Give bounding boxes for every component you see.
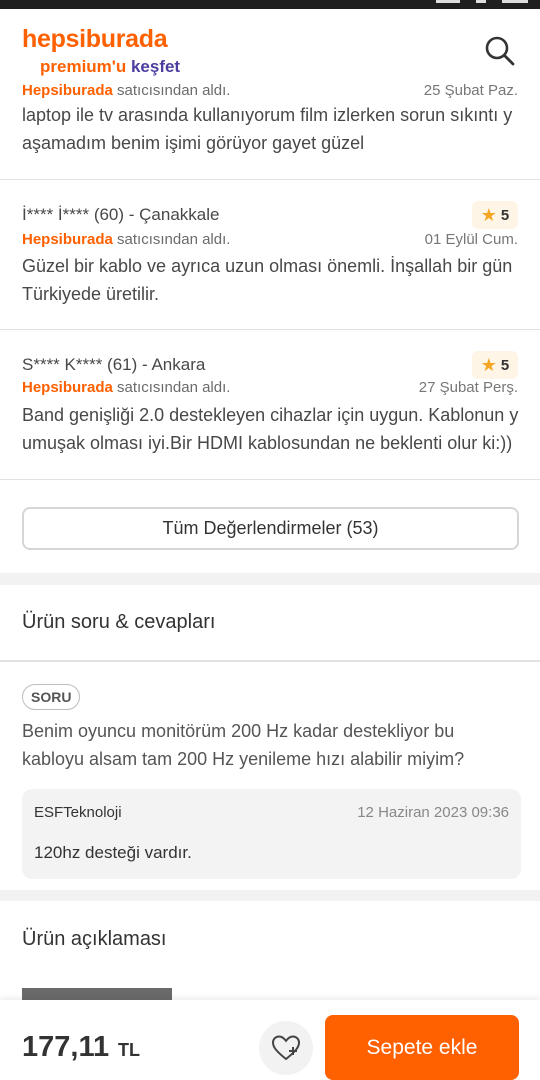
reviewer-name: S**** K**** (61) - Ankara (22, 355, 206, 374)
rating-badge: ★ 5 (472, 351, 518, 379)
answer-date: 12 Haziran 2023 09:36 (357, 804, 509, 821)
review-text: Güzel bir kablo ve ayrıca uzun olması ön… (22, 256, 513, 304)
favorite-button[interactable] (259, 1021, 313, 1075)
section-divider (0, 660, 540, 662)
review-item: İ**** İ**** (60) - Çanakkale ★ 5 Hepsibu… (0, 180, 540, 330)
heart-icon (271, 1035, 301, 1061)
premium-link[interactable]: premium'u keşfet (40, 57, 180, 77)
review-date: 01 Eylül Cum. (424, 231, 518, 248)
question-text: Benim oyuncu monitörüm 200 Hz kadar dest… (22, 721, 465, 769)
review-date: 25 Şubat Paz. (423, 82, 518, 99)
status-bar (0, 0, 540, 9)
rating-badge: ★ 5 (472, 201, 518, 229)
seller-brand-link[interactable]: Hepsiburada (22, 379, 113, 396)
all-reviews-button[interactable]: Tüm Değerlendirmeler (53) (22, 507, 519, 550)
seller-brand-link[interactable]: Hepsiburada (22, 82, 113, 99)
app-header: hepsiburada premium'u keşfet (0, 9, 540, 77)
bottom-action-bar: 177,11 TL Sepete ekle (0, 1000, 540, 1080)
star-icon: ★ (480, 355, 497, 375)
review-item: S**** K**** (61) - Ankara ★ 5 Hepsiburad… (0, 330, 540, 480)
rating-value: 5 (500, 356, 510, 374)
review-text: laptop ile tv arasında kullanıyorum film… (22, 105, 513, 153)
description-title: Ürün açıklaması (22, 928, 167, 950)
question-badge: SORU (22, 684, 81, 710)
price-value: 177,11 (22, 1031, 110, 1063)
search-icon[interactable] (484, 35, 516, 67)
section-divider (0, 573, 540, 585)
review-seller: Hepsiburada satıcısından aldı. (22, 231, 231, 248)
star-icon: ★ (480, 205, 497, 225)
price-currency: TL (118, 1040, 140, 1060)
brand-logo[interactable]: hepsiburada (22, 25, 168, 54)
seller-brand-link[interactable]: Hepsiburada (22, 231, 113, 248)
review-date: 27 Şubat Perş. (418, 379, 518, 396)
section-divider (0, 890, 540, 901)
review-item: Hepsiburada satıcısından aldı. 25 Şubat … (0, 60, 540, 180)
rating-value: 5 (500, 206, 510, 224)
review-text: Band genişliği 2.0 destekleyen cihazlar … (22, 405, 519, 453)
review-seller: Hepsiburada satıcısından aldı. (22, 82, 231, 99)
answer-seller[interactable]: ESFTeknoloji (34, 804, 122, 821)
answer-card: ESFTeknoloji 12 Haziran 2023 09:36 120hz… (22, 789, 521, 879)
review-seller: Hepsiburada satıcısından aldı. (22, 379, 231, 396)
reviewer-name: İ**** İ**** (60) - Çanakkale (22, 205, 220, 224)
add-to-cart-button[interactable]: Sepete ekle (325, 1015, 519, 1080)
answer-text: 120hz desteği vardır. (34, 843, 192, 862)
qa-section-title: Ürün soru & cevapları (22, 611, 216, 633)
status-icons (436, 0, 528, 5)
